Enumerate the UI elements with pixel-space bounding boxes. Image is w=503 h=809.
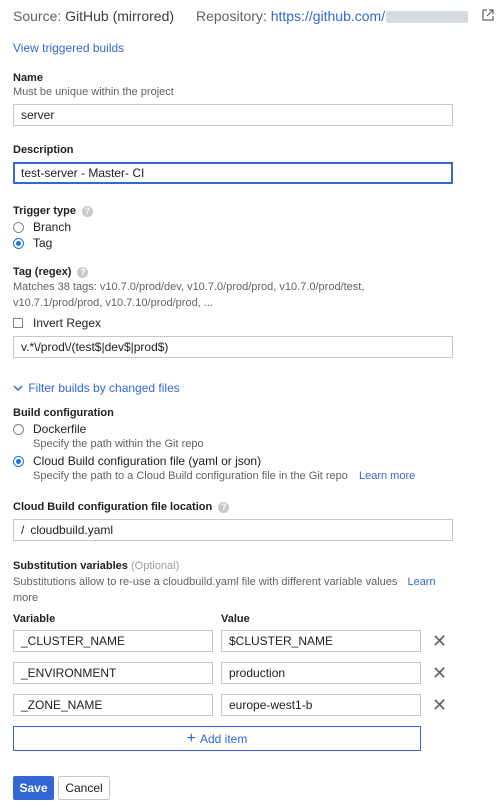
chevron-down-icon [13,381,25,395]
tag-option-label[interactable]: Tag [33,236,52,250]
filter-builds-label: Filter builds by changed files [28,381,180,395]
tag-regex-label: Tag (regex) [13,266,72,278]
description-label: Description [13,144,74,156]
substitutions-desc-row: Substitutions allow to re-use a cloudbui… [13,576,436,588]
branch-option-label[interactable]: Branch [33,220,71,234]
trigger-type-label: Trigger type [13,205,76,217]
description-input[interactable]: test-server - Master- CI [13,162,453,184]
value-input-value: production [229,666,286,680]
filter-builds-toggle[interactable]: Filter builds by changed files [13,381,180,395]
substitutions-optional: (Optional) [130,560,180,572]
tag-regex-input[interactable]: v.*\/prod\/(test$|dev$|prod$) [13,336,453,358]
substitutions-learn-link[interactable]: Learn [407,576,435,588]
config-location-input[interactable]: / cloudbuild.yaml [13,519,453,541]
substitutions-label-row: Substitution variables (Optional) [13,560,179,572]
repository-line: Repository: https://github.com/ [196,8,469,24]
tag-regex-input-value: v.*\/prod\/(test$|dev$|prod$) [21,340,169,354]
value-input[interactable]: europe-west1-b [221,694,421,716]
cloudbuild-file-radio[interactable] [13,456,24,467]
redacted-repo-name [386,11,469,24]
variable-input-value: _CLUSTER_NAME [21,634,126,648]
invert-regex-checkbox[interactable] [13,318,23,328]
value-input[interactable]: $CLUSTER_NAME [221,630,421,652]
value-column-header: Value [221,613,250,625]
remove-row-close-icon[interactable]: ✕ [432,632,447,650]
variable-input-value: _ENVIRONMENT [21,666,117,680]
add-item-label: Add item [199,731,248,746]
tag-matches-line1: Matches 38 tags: v10.7.0/prod/dev, v10.7… [13,281,365,293]
variable-input[interactable]: _CLUSTER_NAME [13,630,213,652]
cancel-button[interactable]: Cancel [58,776,110,800]
source-label: Source: [13,8,62,24]
config-location-label: Cloud Build configuration file location [13,501,213,513]
cloudbuild-file-desc: Specify the path to a Cloud Build config… [33,470,348,482]
learn-more-link[interactable]: Learn more [359,470,415,482]
tag-radio[interactable] [13,238,24,249]
description-input-value: test-server - Master- CI [21,166,145,180]
variable-input[interactable]: _ENVIRONMENT [13,662,213,684]
path-prefix: / [21,523,25,537]
remove-row-close-icon[interactable]: ✕ [432,664,447,682]
plus-icon: + [186,729,196,747]
help-icon[interactable]: ? [218,501,230,513]
cloudbuild-file-option-label[interactable]: Cloud Build configuration file (yaml or … [33,454,261,468]
name-hint: Must be unique within the project [13,86,174,98]
substitutions-more-link[interactable]: more [13,592,38,604]
config-location-label-row: Cloud Build configuration file location? [13,501,230,513]
add-item-button[interactable]: + Add item [13,726,421,751]
source-value: GitHub (mirrored) [65,8,175,24]
value-input-value: europe-west1-b [229,698,313,712]
config-location-value: cloudbuild.yaml [30,523,114,537]
trigger-type-label-row: Trigger type? [13,205,93,217]
name-label: Name [13,72,43,84]
name-input-value: server [21,108,55,122]
substitutions-desc: Substitutions allow to re-use a cloudbui… [13,576,398,588]
dockerfile-desc: Specify the path within the Git repo [33,438,204,450]
value-input-value: $CLUSTER_NAME [229,634,334,648]
remove-row-close-icon[interactable]: ✕ [432,696,447,714]
variable-input-value: _ZONE_NAME [21,698,103,712]
variable-column-header: Variable [13,613,56,625]
tag-matches-line2: v10.7.1/prod/prod, v10.7.10/prod/prod, .… [13,297,213,309]
save-button[interactable]: Save [13,776,54,800]
repository-label: Repository: [196,8,267,24]
tag-regex-label-row: Tag (regex)? [13,266,89,278]
repository-link[interactable]: https://github.com/ [271,8,385,24]
dockerfile-option-label[interactable]: Dockerfile [33,422,86,436]
external-link-icon[interactable] [482,8,494,22]
build-config-label: Build configuration [13,407,114,419]
branch-radio[interactable] [13,222,24,233]
cloudbuild-file-desc-row: Specify the path to a Cloud Build config… [33,470,415,482]
substitutions-label: Substitution variables [13,560,128,572]
variable-input[interactable]: _ZONE_NAME [13,694,213,716]
value-input[interactable]: production [221,662,421,684]
source-line: Source: GitHub (mirrored) [13,8,174,24]
invert-regex-label[interactable]: Invert Regex [33,316,101,330]
dockerfile-radio[interactable] [13,424,24,435]
help-icon[interactable]: ? [77,266,89,278]
help-icon[interactable]: ? [81,205,93,217]
name-input[interactable]: server [13,104,453,126]
view-triggered-builds-link[interactable]: View triggered builds [13,41,124,55]
